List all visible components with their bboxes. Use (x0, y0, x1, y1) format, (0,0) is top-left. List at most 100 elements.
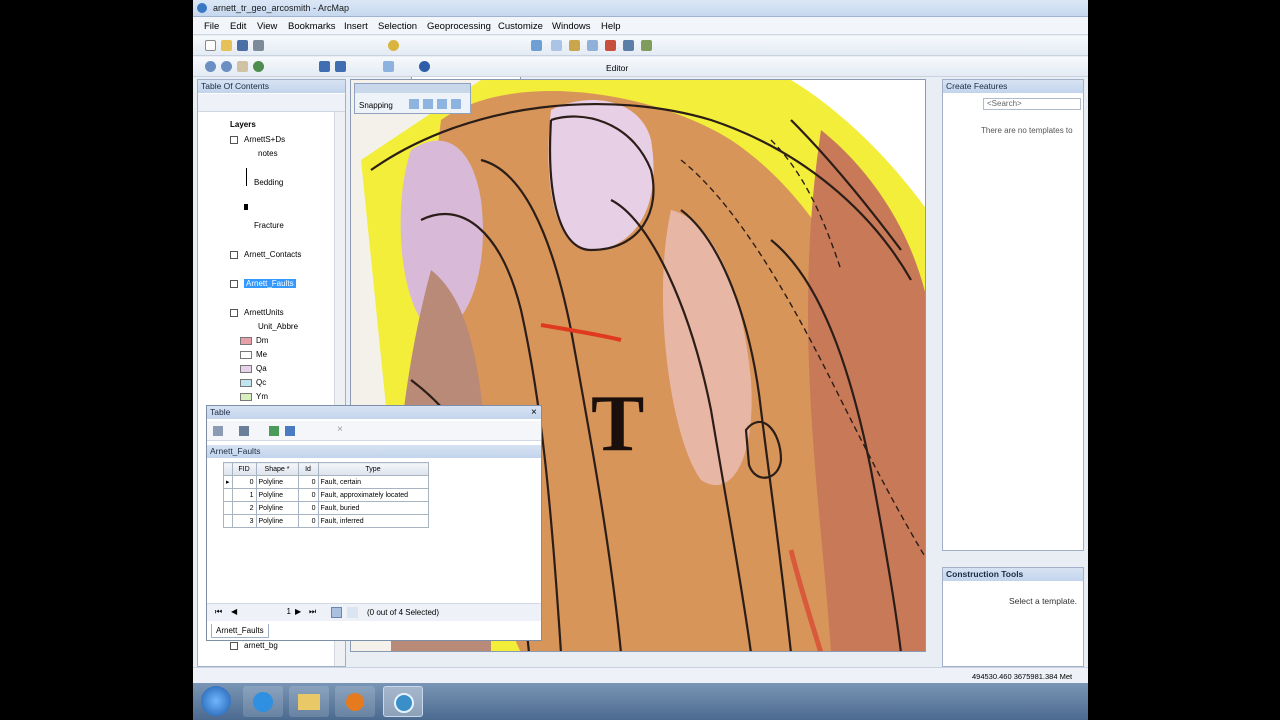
menu-selection[interactable]: Selection (378, 21, 417, 32)
windows-taskbar (193, 683, 1088, 720)
modelbuilder-icon[interactable] (641, 40, 652, 51)
select-by-attributes-icon[interactable] (269, 426, 279, 436)
toc-layer-arnett-units[interactable]: ArnettUnits (244, 308, 284, 317)
add-data-icon[interactable] (388, 40, 399, 51)
first-record-icon[interactable]: ⏮ (215, 607, 222, 617)
save-icon[interactable] (237, 40, 248, 51)
snapping-menu[interactable]: Snapping (359, 101, 393, 110)
layer-checkbox[interactable] (230, 251, 238, 259)
menu-view[interactable]: View (257, 21, 277, 32)
cell-type[interactable]: Fault, certain (317, 475, 429, 489)
internet-explorer-icon[interactable] (243, 686, 283, 717)
cell-id[interactable]: 0 (297, 488, 319, 502)
cell-shape[interactable]: Polyline (255, 501, 299, 515)
catalog-icon[interactable] (569, 40, 580, 51)
no-templates-message: There are no templates to (981, 126, 1073, 135)
media-player-icon[interactable] (335, 686, 375, 717)
search-window-icon[interactable] (587, 40, 598, 51)
forward-icon[interactable] (335, 61, 346, 72)
layer-checkbox[interactable] (230, 642, 238, 650)
cell-id[interactable]: 0 (297, 514, 319, 528)
toc-layer-arnett-s-ds[interactable]: ArnettS+Ds (244, 135, 285, 144)
switch-selection-icon[interactable] (285, 426, 295, 436)
cell-shape[interactable]: Polyline (255, 475, 299, 489)
full-extent-icon[interactable] (253, 61, 264, 72)
cell-id[interactable]: 0 (297, 475, 319, 489)
zoom-in-icon[interactable] (205, 61, 216, 72)
column-header-shape[interactable]: Shape * (255, 462, 299, 476)
menu-edit[interactable]: Edit (230, 21, 246, 32)
row-selector[interactable]: ▸ (223, 475, 233, 489)
row-selector[interactable] (223, 514, 233, 528)
cell-fid[interactable]: 2 (231, 501, 257, 515)
current-record-input[interactable]: 1 (267, 607, 291, 616)
show-all-records-icon[interactable] (331, 607, 342, 618)
layer-checkbox[interactable] (230, 280, 238, 288)
layer-checkbox[interactable] (230, 309, 238, 317)
editor-toolbar-icon[interactable] (531, 40, 542, 51)
cell-type[interactable]: Fault, approximately located (317, 488, 429, 502)
back-icon[interactable] (319, 61, 330, 72)
table-row[interactable]: 1 Polyline 0 Fault, approximately locate… (223, 488, 429, 502)
arcmap-taskbar-icon[interactable] (383, 686, 423, 717)
table-row[interactable]: 2 Polyline 0 Fault, buried (223, 501, 429, 515)
select-features-icon[interactable] (383, 61, 394, 72)
next-record-icon[interactable]: ▶ (295, 607, 301, 616)
column-header-fid[interactable]: FID (231, 462, 257, 476)
cell-type[interactable]: Fault, buried (317, 501, 429, 515)
create-features-title: Create Features (943, 80, 1083, 93)
cell-fid[interactable]: 0 (231, 475, 257, 489)
table-row[interactable]: 3 Polyline 0 Fault, inferred (223, 514, 429, 528)
table-options-icon[interactable] (213, 426, 223, 436)
zoom-out-icon[interactable] (221, 61, 232, 72)
row-selector[interactable] (223, 501, 233, 515)
layers-group[interactable]: Layers (230, 120, 256, 129)
start-button-icon[interactable] (201, 686, 231, 716)
cell-id[interactable]: 0 (297, 501, 319, 515)
cell-type[interactable]: Fault, inferred (317, 514, 429, 528)
create-features-pane: Create Features <Search> There are no te… (942, 79, 1084, 551)
cell-shape[interactable]: Polyline (255, 488, 299, 502)
point-snap-icon[interactable] (409, 99, 419, 109)
menu-bookmarks[interactable]: Bookmarks (288, 21, 336, 32)
python-icon[interactable] (623, 40, 634, 51)
menu-file[interactable]: File (204, 21, 219, 32)
pan-icon[interactable] (237, 61, 248, 72)
cell-fid[interactable]: 3 (231, 514, 257, 528)
file-explorer-icon[interactable] (289, 686, 329, 717)
related-tables-icon[interactable] (239, 426, 249, 436)
last-record-icon[interactable]: ⏭ (309, 607, 316, 617)
table-row[interactable]: ▸ 0 Polyline 0 Fault, certain (223, 475, 429, 489)
menu-insert[interactable]: Insert (344, 21, 368, 32)
menu-help[interactable]: Help (601, 21, 621, 32)
cell-fid[interactable]: 1 (231, 488, 257, 502)
previous-record-icon[interactable]: ◀ (231, 607, 237, 616)
edge-snap-icon[interactable] (451, 99, 461, 109)
show-selected-records-icon[interactable] (347, 607, 358, 618)
editor-menu[interactable]: Editor (606, 63, 628, 73)
column-header-type[interactable]: Type (317, 462, 429, 476)
table-layer-tab[interactable]: Arnett_Faults (211, 624, 269, 638)
toc-layer-arnett-faults[interactable]: Arnett_Faults (244, 279, 296, 288)
open-icon[interactable] (221, 40, 232, 51)
vertex-snap-icon[interactable] (437, 99, 447, 109)
menu-geoprocessing[interactable]: Geoprocessing (427, 21, 491, 32)
layer-checkbox[interactable] (230, 136, 238, 144)
column-header-id[interactable]: Id (297, 462, 319, 476)
toc-layer-arnett-contacts[interactable]: Arnett_Contacts (244, 250, 301, 259)
template-search-input[interactable]: <Search> (983, 98, 1081, 110)
delete-icon[interactable]: × (337, 424, 343, 435)
cell-shape[interactable]: Polyline (255, 514, 299, 528)
close-icon[interactable]: × (531, 407, 537, 418)
menu-windows[interactable]: Windows (552, 21, 591, 32)
arctoolbox-icon[interactable] (605, 40, 616, 51)
menu-customize[interactable]: Customize (498, 21, 543, 32)
toc-layer-arnett-bg[interactable]: arnett_bg (244, 641, 278, 650)
identify-icon[interactable] (419, 61, 430, 72)
new-icon[interactable] (205, 40, 216, 51)
row-selector[interactable] (223, 488, 233, 502)
end-snap-icon[interactable] (423, 99, 433, 109)
toc-window-icon[interactable] (551, 40, 562, 51)
table-toolbar: × (207, 421, 541, 441)
print-icon[interactable] (253, 40, 264, 51)
